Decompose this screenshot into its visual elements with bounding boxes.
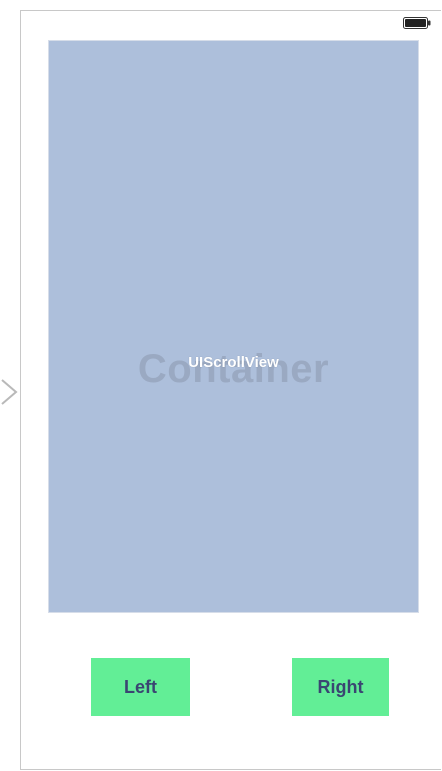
entry-point-arrow-icon	[1, 379, 18, 405]
scroll-view[interactable]: Container UIScrollView	[48, 40, 419, 613]
storyboard-canvas: Container UIScrollView Left Right	[0, 0, 442, 771]
battery-icon	[403, 17, 431, 29]
right-button[interactable]: Right	[292, 658, 389, 716]
left-button[interactable]: Left	[91, 658, 190, 716]
scroll-view-label: UIScrollView	[188, 354, 279, 371]
